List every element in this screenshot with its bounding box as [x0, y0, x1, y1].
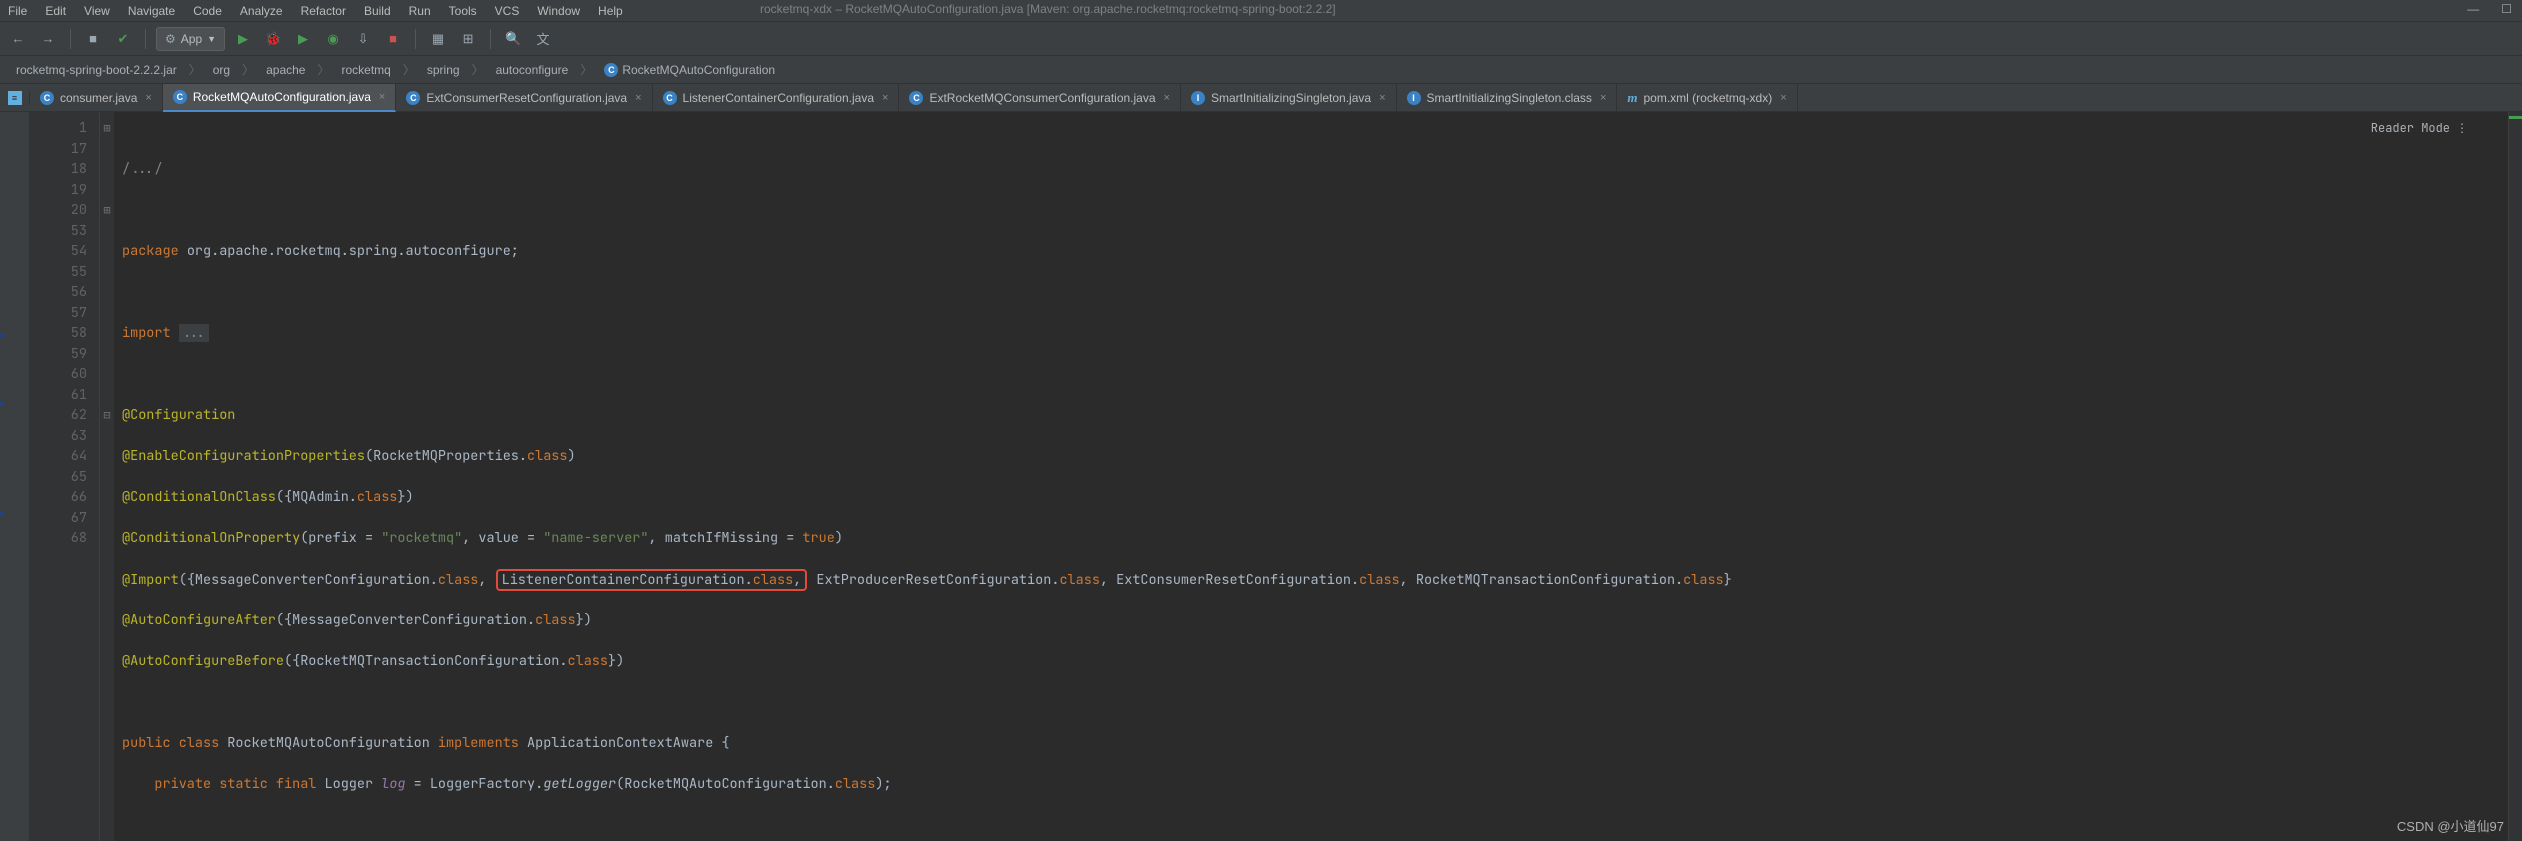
reader-mode-toggle[interactable]: Reader Mode ⋮	[2371, 118, 2468, 139]
menu-tools[interactable]: Tools	[445, 2, 481, 20]
tab-label: pom.xml (rocketmq-xdx)	[1644, 91, 1773, 105]
tab-label: consumer.java	[60, 91, 137, 105]
menu-help[interactable]: Help	[594, 2, 627, 20]
tab-consumer[interactable]: C consumer.java ×	[30, 84, 163, 112]
search-icon[interactable]: 🔍	[501, 27, 525, 51]
edit-config-icon[interactable]: ▦	[426, 27, 450, 51]
chevron-right-icon: 〉	[472, 61, 484, 78]
tab-smartinit-java[interactable]: I SmartInitializingSingleton.java ×	[1181, 84, 1397, 112]
menu-file[interactable]: File	[4, 2, 31, 20]
crumb-spring[interactable]: spring	[419, 61, 468, 79]
menu-analyze[interactable]: Analyze	[236, 2, 287, 20]
java-file-icon: I	[1191, 91, 1205, 105]
stop-icon[interactable]: ■	[81, 27, 105, 51]
stop-button[interactable]: ■	[381, 27, 405, 51]
crumb-apache[interactable]: apache	[258, 61, 313, 79]
tab-label: SmartInitializingSingleton.class	[1427, 91, 1592, 105]
close-icon[interactable]: ×	[379, 91, 385, 103]
forward-button[interactable]: →	[36, 27, 60, 51]
close-icon[interactable]: ×	[1780, 92, 1786, 104]
tab-smartinit-class[interactable]: I SmartInitializingSingleton.class ×	[1397, 84, 1618, 112]
tab-extrocketmqconsumer[interactable]: C ExtRocketMQConsumerConfiguration.java …	[899, 84, 1181, 112]
left-gutter-edge	[0, 112, 30, 841]
menu-vcs[interactable]: VCS	[491, 2, 524, 20]
scroll-mark	[2509, 116, 2522, 119]
chevron-right-icon: 〉	[580, 61, 592, 78]
tab-label: RocketMQAutoConfiguration.java	[193, 90, 371, 104]
menu-code[interactable]: Code	[189, 2, 226, 20]
crumb-rocketmq[interactable]: rocketmq	[334, 61, 399, 79]
fold-icon[interactable]: ⊞	[100, 118, 114, 139]
fold-minus-icon[interactable]: ⊟	[100, 405, 114, 426]
menu-run[interactable]: Run	[405, 2, 435, 20]
chevron-right-icon: 〉	[189, 61, 201, 78]
debug-button[interactable]: 🐞	[261, 27, 285, 51]
fold-gutter: ⊞ ⊞ ⊟	[100, 112, 114, 841]
java-file-icon: C	[173, 90, 187, 104]
translate-icon[interactable]: 文	[531, 27, 555, 51]
menu-view[interactable]: View	[80, 2, 114, 20]
gear-icon: ⚙	[165, 32, 176, 46]
crumb-class[interactable]: C RocketMQAutoConfiguration	[596, 61, 783, 79]
xml-file-icon: m	[1627, 91, 1637, 105]
tool-icon[interactable]: ⊞	[456, 27, 480, 51]
toolbar: ← → ■ ✔ ⚙ App ▼ ▶ 🐞 ▶ ◉ ⇩ ■ ▦ ⊞ 🔍 文	[0, 22, 2522, 56]
java-file-icon: C	[909, 91, 923, 105]
tab-extconsumerreset[interactable]: C ExtConsumerResetConfiguration.java ×	[396, 84, 652, 112]
tab-label: ExtConsumerResetConfiguration.java	[426, 91, 627, 105]
tab-listenercontainer[interactable]: C ListenerContainerConfiguration.java ×	[653, 84, 900, 112]
crumb-org[interactable]: org	[205, 61, 238, 79]
breadcrumb: rocketmq-spring-boot-2.2.2.jar 〉 org 〉 a…	[0, 56, 2522, 84]
fold-icon[interactable]: ⊞	[100, 200, 114, 221]
scrollbar[interactable]	[2508, 112, 2522, 841]
close-icon[interactable]: ×	[1379, 92, 1385, 104]
menu-refactor[interactable]: Refactor	[297, 2, 350, 20]
menu-edit[interactable]: Edit	[41, 2, 70, 20]
coverage-button[interactable]: ▶	[291, 27, 315, 51]
editor: 1 17 18 19 20 53 54 55 56 57 58 59 60 61…	[0, 112, 2522, 841]
java-file-icon: I	[1407, 91, 1421, 105]
class-icon: C	[604, 63, 618, 77]
tab-rocketmqautoconfig[interactable]: C RocketMQAutoConfiguration.java ×	[163, 84, 397, 112]
window-maximize-icon[interactable]: ☐	[2497, 0, 2516, 18]
close-icon[interactable]: ×	[145, 92, 151, 104]
tab-label: ListenerContainerConfiguration.java	[683, 91, 874, 105]
java-file-icon: C	[406, 91, 420, 105]
menu-navigate[interactable]: Navigate	[124, 2, 179, 20]
tab-label: SmartInitializingSingleton.java	[1211, 91, 1371, 105]
more-icon[interactable]: ⋮	[2456, 118, 2468, 139]
crumb-autoconfigure[interactable]: autoconfigure	[488, 61, 577, 79]
close-icon[interactable]: ×	[635, 92, 641, 104]
tab-label: ExtRocketMQConsumerConfiguration.java	[929, 91, 1155, 105]
chevron-down-icon: ▼	[207, 34, 216, 44]
line-gutter: 1 17 18 19 20 53 54 55 56 57 58 59 60 61…	[30, 112, 100, 841]
watermark: CSDN @小道仙97	[2397, 816, 2504, 835]
chevron-right-icon: 〉	[317, 61, 329, 78]
run-config-label: App	[181, 32, 202, 46]
structure-side-icon[interactable]: ≡	[8, 91, 22, 105]
run-button[interactable]: ▶	[231, 27, 255, 51]
java-file-icon: C	[663, 91, 677, 105]
close-icon[interactable]: ×	[1600, 92, 1606, 104]
crumb-jar[interactable]: rocketmq-spring-boot-2.2.2.jar	[8, 61, 185, 79]
close-icon[interactable]: ×	[1164, 92, 1170, 104]
attach-button[interactable]: ⇩	[351, 27, 375, 51]
window-title: rocketmq-xdx – RocketMQAutoConfiguration…	[760, 2, 1336, 16]
run-config-selector[interactable]: ⚙ App ▼	[156, 27, 225, 51]
highlighted-import: ListenerContainerConfiguration.class,	[496, 569, 808, 591]
tab-pom[interactable]: m pom.xml (rocketmq-xdx) ×	[1617, 84, 1797, 112]
editor-tabs: ≡ C consumer.java × C RocketMQAutoConfig…	[0, 84, 2522, 112]
java-file-icon: C	[40, 91, 54, 105]
close-icon[interactable]: ×	[882, 92, 888, 104]
menu-bar: File Edit View Navigate Code Analyze Ref…	[0, 0, 2522, 22]
menu-build[interactable]: Build	[360, 2, 395, 20]
menu-window[interactable]: Window	[533, 2, 584, 20]
chevron-right-icon: 〉	[242, 61, 254, 78]
back-button[interactable]: ←	[6, 27, 30, 51]
profile-button[interactable]: ◉	[321, 27, 345, 51]
code-area[interactable]: Reader Mode ⋮ /.../ package org.apache.r…	[114, 112, 2508, 841]
chevron-right-icon: 〉	[403, 61, 415, 78]
check-icon[interactable]: ✔	[111, 27, 135, 51]
window-minimize-icon[interactable]: —	[2463, 0, 2483, 18]
